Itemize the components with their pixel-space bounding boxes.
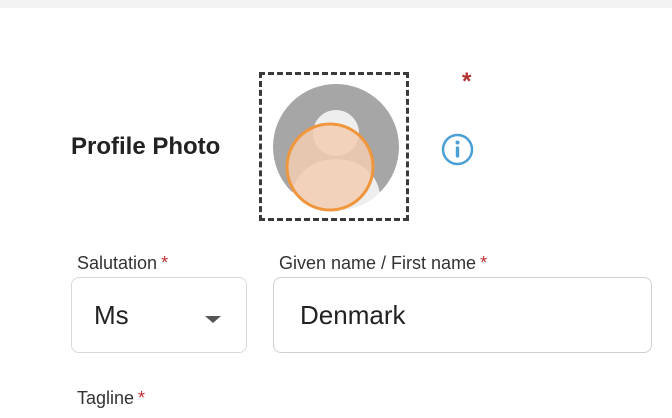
tagline-label-text: Tagline xyxy=(77,388,135,408)
caret-down-icon xyxy=(205,316,221,323)
given-name-label: Given name / First name * xyxy=(279,253,487,274)
tagline-label: Tagline * xyxy=(77,388,145,409)
info-circle-icon[interactable] xyxy=(441,133,474,166)
person-avatar-icon xyxy=(273,84,399,212)
salutation-label-text: Salutation xyxy=(77,253,158,273)
salutation-required-marker: * xyxy=(161,253,169,273)
salutation-select[interactable]: Ms xyxy=(71,277,247,353)
top-bar xyxy=(0,0,672,8)
given-name-input[interactable] xyxy=(273,277,652,353)
profile-photo-label: Profile Photo xyxy=(71,133,221,160)
profile-photo-required-marker: * xyxy=(462,68,472,95)
salutation-label: Salutation * xyxy=(77,253,168,274)
profile-photo-upload[interactable] xyxy=(259,72,409,221)
given-name-label-text: Given name / First name xyxy=(279,253,477,273)
given-name-required-marker: * xyxy=(480,253,488,273)
tagline-required-marker: * xyxy=(138,388,146,408)
salutation-value: Ms xyxy=(94,300,129,330)
